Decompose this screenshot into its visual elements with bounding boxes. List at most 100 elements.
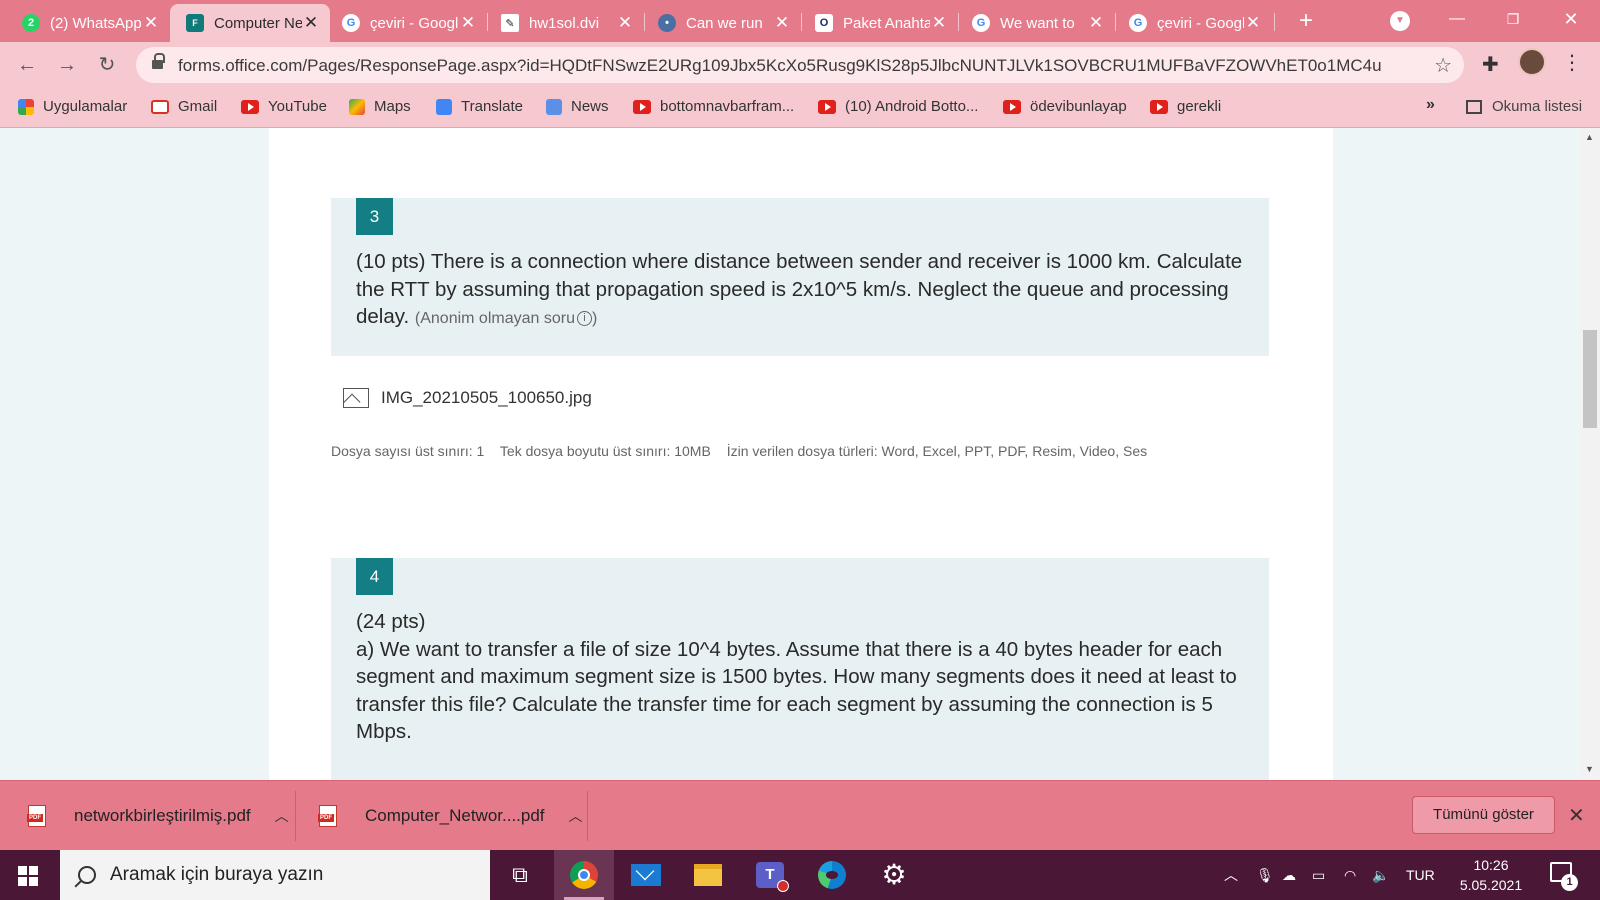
close-tab-icon[interactable]: ✕ bbox=[302, 13, 320, 33]
maps-icon bbox=[349, 98, 365, 115]
download-item[interactable]: Computer_Networ....pdf ︿ bbox=[318, 781, 583, 851]
show-all-downloads-button[interactable]: Tümünü göster bbox=[1412, 796, 1555, 834]
close-tab-icon[interactable]: ✕ bbox=[142, 13, 160, 33]
minimize-icon[interactable]: — bbox=[1434, 4, 1480, 34]
bookmark-translate[interactable]: Translate bbox=[436, 98, 523, 115]
info-icon[interactable]: i bbox=[576, 311, 592, 327]
taskbar-edge[interactable] bbox=[802, 850, 862, 900]
tab-title: (2) WhatsApp bbox=[50, 14, 142, 32]
taskbar-settings[interactable]: ⚙ bbox=[864, 850, 924, 900]
battery-icon[interactable]: ▭ bbox=[1312, 850, 1325, 900]
task-view-icon[interactable]: ⧉ bbox=[490, 850, 550, 900]
address-bar[interactable]: forms.office.com/Pages/ResponsePage.aspx… bbox=[136, 47, 1464, 83]
bookmark-news[interactable]: News bbox=[546, 98, 609, 115]
download-file-name: networkbirleştirilmiş.pdf bbox=[74, 806, 251, 825]
taskbar-mail[interactable] bbox=[616, 850, 676, 900]
question-number: 3 bbox=[356, 198, 393, 235]
bookmark-label: Uygulamalar bbox=[43, 98, 128, 115]
anonymous-note-close: ) bbox=[591, 310, 598, 327]
menu-kebab-icon[interactable]: ⋮ bbox=[1562, 50, 1582, 75]
bookmark-apps[interactable]: Uygulamalar bbox=[18, 98, 127, 115]
wifi-icon[interactable]: ◠ bbox=[1344, 850, 1356, 900]
scroll-down-icon[interactable]: ▼ bbox=[1585, 764, 1594, 774]
url-text[interactable]: forms.office.com/Pages/ResponsePage.aspx… bbox=[178, 56, 1382, 76]
bookmark-android-bottom[interactable]: (10) Android Botto... bbox=[818, 98, 978, 115]
bookmark-odevibunlayap[interactable]: ödevibunlayap bbox=[1003, 98, 1127, 115]
bookmark-youtube[interactable]: YouTube bbox=[241, 98, 327, 115]
onedrive-cloud-icon[interactable]: ☁ bbox=[1282, 850, 1296, 900]
bookmark-label: Translate bbox=[461, 98, 523, 115]
taskbar-teams[interactable]: T bbox=[740, 850, 800, 900]
tab-ceviri-google[interactable]: G çeviri - Google ✕ bbox=[330, 4, 487, 42]
bookmark-gerekli[interactable]: gerekli bbox=[1150, 98, 1221, 115]
tab-title: Computer Networks bbox=[214, 14, 302, 32]
form-card: 3 (10 pts) There is a connection where d… bbox=[269, 128, 1333, 780]
restore-icon[interactable]: ❐ bbox=[1490, 4, 1536, 34]
taskbar-chrome[interactable] bbox=[554, 850, 614, 900]
close-tab-icon[interactable]: ✕ bbox=[773, 13, 791, 33]
question-text: (10 pts) There is a connection where dis… bbox=[356, 248, 1246, 333]
more-bookmarks-button[interactable]: » bbox=[1426, 96, 1435, 114]
close-tab-icon[interactable]: ✕ bbox=[616, 13, 634, 33]
bookmark-label: bottomnavbarfram... bbox=[660, 98, 795, 115]
forward-icon[interactable]: → bbox=[52, 50, 82, 80]
tab-title: çeviri - Google bbox=[370, 14, 459, 32]
bookmark-maps[interactable]: Maps bbox=[349, 98, 411, 115]
close-tab-icon[interactable]: ✕ bbox=[1244, 13, 1262, 33]
tab-paket-anahtarlama[interactable]: O Paket Anahtarlama ✕ bbox=[801, 4, 958, 42]
tab-separator bbox=[1274, 13, 1275, 31]
page-viewport: 3 (10 pts) There is a connection where d… bbox=[0, 128, 1600, 780]
file-name: IMG_20210505_100650.jpg bbox=[381, 388, 592, 407]
taskbar-search[interactable]: Aramak için buraya yazın bbox=[60, 850, 490, 900]
bookmark-bottomnavbar[interactable]: bottomnavbarfram... bbox=[633, 98, 794, 115]
file-size-limit: Tek dosya boyutu üst sınırı: 10MB bbox=[499, 443, 711, 459]
tab-title: çeviri - Google bbox=[1157, 14, 1244, 32]
chevron-up-icon[interactable]: ︿ bbox=[569, 806, 583, 826]
uploaded-file[interactable]: IMG_20210505_100650.jpg bbox=[343, 388, 592, 408]
gmail-icon bbox=[151, 99, 169, 114]
tab-hw1sol[interactable]: ✎ hw1sol.dvi ✕ bbox=[487, 4, 644, 42]
back-icon[interactable]: ← bbox=[12, 50, 42, 80]
question-number: 4 bbox=[356, 558, 393, 595]
download-separator bbox=[295, 791, 296, 841]
tab-title: We want to bbox=[1000, 14, 1075, 32]
download-item[interactable]: networkbirleştirilmiş.pdf ︿ bbox=[27, 781, 289, 851]
chevron-up-icon[interactable]: ︿ bbox=[275, 806, 289, 826]
close-window-icon[interactable]: ✕ bbox=[1548, 4, 1594, 34]
close-tab-icon[interactable]: ✕ bbox=[1087, 13, 1105, 33]
bookmark-label: ödevibunlayap bbox=[1030, 98, 1127, 115]
scrollbar-thumb[interactable] bbox=[1583, 330, 1597, 428]
question-4: 4 (24 pts) a) We want to transfer a file… bbox=[331, 558, 1269, 780]
windows-start-icon[interactable] bbox=[18, 866, 38, 886]
tab-ceviri-google-2[interactable]: G çeviri - Google ✕ bbox=[1115, 4, 1272, 42]
upload-limits: Dosya sayısı üst sınırı: 1 Tek dosya boy… bbox=[331, 443, 1159, 459]
close-download-bar-icon[interactable]: ✕ bbox=[1568, 803, 1585, 828]
tab-title: Can we run bbox=[686, 14, 763, 32]
microphone-icon[interactable]: 🎙 bbox=[1256, 850, 1274, 900]
tab-computer-networks[interactable]: F Computer Networks ✕ bbox=[170, 4, 330, 42]
tab-can-we-run[interactable]: • Can we run ✕ bbox=[644, 4, 801, 42]
taskbar-file-explorer[interactable] bbox=[678, 850, 738, 900]
volume-icon[interactable]: 🔈 bbox=[1372, 850, 1389, 900]
input-language[interactable]: TUR bbox=[1406, 850, 1435, 900]
new-tab-button[interactable]: + bbox=[1293, 8, 1319, 34]
scroll-up-icon[interactable]: ▲ bbox=[1585, 132, 1594, 142]
extensions-icon[interactable]: ✚ bbox=[1482, 52, 1499, 77]
bookmark-gmail[interactable]: Gmail bbox=[151, 98, 217, 115]
tab-whatsapp[interactable]: 2 (2) WhatsApp ✕ bbox=[0, 4, 170, 42]
profile-avatar[interactable] bbox=[1518, 48, 1546, 76]
close-tab-icon[interactable]: ✕ bbox=[459, 13, 477, 33]
tab-we-want-to[interactable]: G We want to ✕ bbox=[958, 4, 1115, 42]
close-tab-icon[interactable]: ✕ bbox=[930, 13, 948, 33]
page-scrollbar[interactable]: ▲ ▼ bbox=[1580, 128, 1600, 780]
chevron-up-icon[interactable]: ︿ bbox=[1224, 850, 1238, 900]
system-clock[interactable]: 10:26 5.05.2021 bbox=[1452, 855, 1530, 895]
bookmark-label: Gmail bbox=[178, 98, 218, 115]
lock-icon[interactable] bbox=[152, 53, 165, 71]
reload-icon[interactable]: ↻ bbox=[92, 50, 122, 80]
clock-date: 5.05.2021 bbox=[1459, 877, 1523, 893]
bookmark-star-icon[interactable]: ☆ bbox=[1434, 53, 1452, 78]
reading-list-button[interactable]: Okuma listesi bbox=[1466, 98, 1582, 115]
tab-title: Paket Anahtarlama bbox=[843, 14, 930, 32]
tab-search-icon[interactable]: ▼ bbox=[1390, 11, 1410, 31]
